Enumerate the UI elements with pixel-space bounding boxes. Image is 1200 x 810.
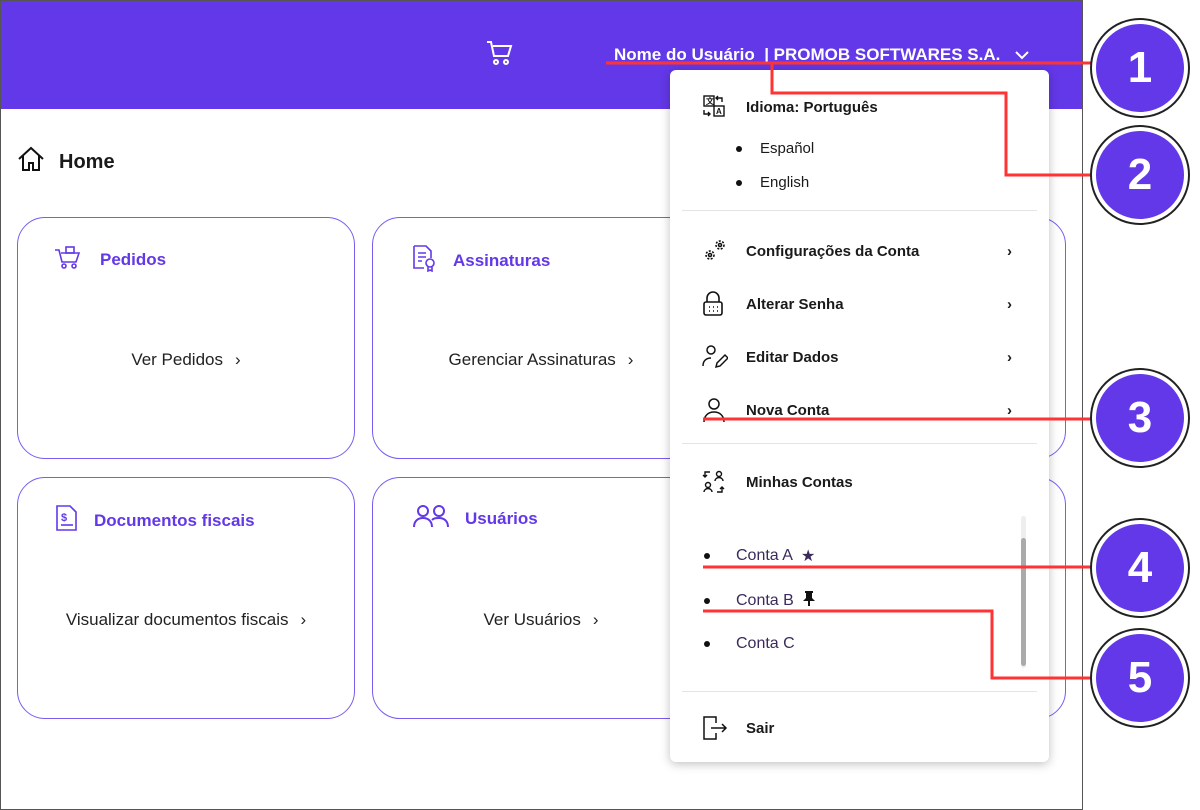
annotation-line-5: [703, 609, 1100, 680]
callout-1: 1: [1092, 20, 1188, 116]
annotation-line-2: [770, 63, 1100, 177]
annotation-lines: [606, 61, 1100, 680]
callout-4: 4: [1092, 520, 1188, 616]
callout-2: 2: [1092, 127, 1188, 223]
callout-3: 3: [1092, 370, 1188, 466]
callout-5: 5: [1092, 630, 1188, 726]
